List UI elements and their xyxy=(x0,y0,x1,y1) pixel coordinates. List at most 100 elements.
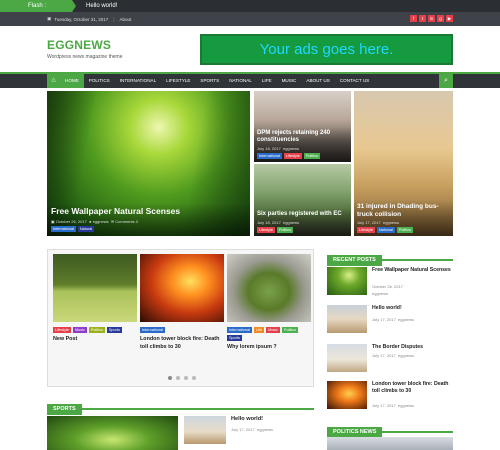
post-author[interactable]: eggnews xyxy=(283,146,299,151)
recent-post-item[interactable]: London tower block fire: Death toll clim… xyxy=(327,381,453,413)
tag-sports[interactable]: Sports xyxy=(106,327,122,333)
post-date: July 17, 2017 xyxy=(372,403,396,408)
post-date: July 18, 2017 xyxy=(257,146,281,151)
site-title[interactable]: EGGNEWS xyxy=(47,38,111,52)
nav-item-music[interactable]: MUSIC xyxy=(277,74,302,88)
taj-thumbnail xyxy=(327,305,367,333)
post-meta: July 18, 2017 eggnews xyxy=(257,220,348,225)
politics-thumbnail[interactable] xyxy=(327,437,453,450)
tag-lifestyle[interactable]: Lifestyle xyxy=(53,327,71,333)
food-image xyxy=(227,254,311,322)
carousel-card[interactable]: International Life Music Politics Sports… xyxy=(227,254,311,352)
tag-politics[interactable]: Politics xyxy=(276,227,293,233)
post-author[interactable]: eggnews xyxy=(398,403,414,408)
card-title[interactable]: London tower block fire: Death toll clim… xyxy=(140,336,224,351)
tile-2-caption: Six parties registered with EC July 18, … xyxy=(254,208,351,236)
tag-natural[interactable]: Natural xyxy=(77,226,95,232)
featured-main-slide[interactable]: Free Wallpaper Natural Scenses ▣ October… xyxy=(47,91,250,236)
tag-lifestyle[interactable]: Lifestyle xyxy=(357,227,375,233)
sports-side-title[interactable]: Hello world! xyxy=(231,416,263,422)
tag-politics[interactable]: Politics xyxy=(88,327,105,333)
tag-national[interactable]: National xyxy=(376,227,395,233)
post-comments[interactable]: Comments 0 xyxy=(115,219,138,224)
tag-international[interactable]: International xyxy=(257,153,282,159)
nav-item-lifestyle[interactable]: LIFESTYLE xyxy=(161,74,195,88)
twitter-icon[interactable]: t xyxy=(419,15,426,22)
post-author[interactable]: eggnews xyxy=(257,427,273,432)
tag-sports[interactable]: Sports xyxy=(227,335,242,341)
recent-post-item[interactable]: Free Wallpaper Natural Scenses October 2… xyxy=(327,267,453,297)
post-author[interactable]: eggnews xyxy=(398,353,414,358)
tag-politics[interactable]: Politics xyxy=(396,227,413,233)
post-meta: October 26, 2017 xyxy=(372,284,403,289)
nav-item-politics[interactable]: POLITICS xyxy=(84,74,115,88)
tag-international[interactable]: International xyxy=(227,327,252,333)
post-tags: International xyxy=(140,327,224,333)
featured-tile-2[interactable]: Six parties registered with EC July 18, … xyxy=(254,164,351,236)
youtube-icon[interactable]: ▶ xyxy=(446,15,453,22)
flash-message[interactable]: Hello world! xyxy=(86,3,117,9)
tile-1-title[interactable]: DPM rejects retaining 240 constituencies xyxy=(257,130,348,144)
featured-main-title[interactable]: Free Wallpaper Natural Scenses xyxy=(51,206,246,217)
linkedin-icon[interactable]: in xyxy=(428,15,435,22)
post-author[interactable]: eggnews xyxy=(283,220,299,225)
post-meta: July 17, 2017 eggnews xyxy=(372,317,414,322)
tag-music[interactable]: Music xyxy=(72,327,87,333)
tag-life[interactable]: Life xyxy=(253,327,265,333)
tile-2-title[interactable]: Six parties registered with EC xyxy=(257,211,348,218)
site-tagline: Wordpress news magazine theme xyxy=(47,54,123,60)
search-icon[interactable]: ⌕ xyxy=(439,74,453,88)
pager-dot[interactable] xyxy=(192,376,196,380)
flash-bar: Flash : Hello world! xyxy=(0,0,500,12)
tag-music[interactable]: Music xyxy=(266,327,280,333)
recent-post-item[interactable]: Hello world! July 17, 2017 eggnews xyxy=(327,305,453,335)
nav-item-about-us[interactable]: ABOUT US xyxy=(301,74,334,88)
post-author[interactable]: eggnews xyxy=(93,219,109,224)
fire-thumbnail xyxy=(327,381,367,409)
featured-tile-3[interactable]: 31 injured in Dhading bus-truck collisio… xyxy=(354,91,453,236)
featured-tile-1[interactable]: DPM rejects retaining 240 constituencies… xyxy=(254,91,351,162)
tag-politics[interactable]: Politics xyxy=(303,153,320,159)
nav-item-contact-us[interactable]: CONTACT US xyxy=(335,74,374,88)
post-date: July 17, 2017 xyxy=(372,353,396,358)
sports-main-image[interactable] xyxy=(47,416,178,450)
recent-post-title[interactable]: Free Wallpaper Natural Scenses xyxy=(372,267,452,274)
carousel-card[interactable]: Lifestyle Music Politics Sports New Post xyxy=(53,254,137,344)
nav-item-life[interactable]: LIFE xyxy=(257,74,277,88)
post-author[interactable]: eggnews xyxy=(398,317,414,322)
carousel-card[interactable]: International London tower block fire: D… xyxy=(140,254,224,351)
flash-label: Flash : xyxy=(0,0,72,12)
facebook-icon[interactable]: f xyxy=(410,15,417,22)
recent-post-title[interactable]: London tower block fire: Death toll clim… xyxy=(372,381,452,395)
tag-international[interactable]: International xyxy=(140,327,165,333)
recent-post-title[interactable]: The Border Disputes xyxy=(372,344,452,351)
nav-item-international[interactable]: INTERNATIONAL xyxy=(115,74,161,88)
nav-item-sports[interactable]: SPORTS xyxy=(195,74,224,88)
tile-3-title[interactable]: 31 injured in Dhading bus-truck collisio… xyxy=(357,203,450,218)
pager-dot[interactable] xyxy=(176,376,180,380)
nav-item-home[interactable]: HOME xyxy=(60,74,84,88)
current-date: Tuesday, October 31, 2017 xyxy=(54,16,109,22)
site-header: EGGNEWS Wordpress news magazine theme Yo… xyxy=(0,26,500,72)
recent-post-title[interactable]: Hello world! xyxy=(372,305,452,312)
header-ad-banner[interactable]: Your ads goes here. xyxy=(200,34,453,65)
post-tags: International Life Music Politics Sports xyxy=(227,327,311,341)
tag-international[interactable]: International xyxy=(51,226,76,232)
recent-post-item[interactable]: The Border Disputes July 17, 2017 eggnew… xyxy=(327,344,453,374)
about-link[interactable]: About xyxy=(119,17,131,22)
google-plus-icon[interactable]: g xyxy=(437,15,444,22)
pager-dot[interactable] xyxy=(184,376,188,380)
post-author[interactable]: eggnews xyxy=(383,220,399,225)
home-icon[interactable]: ⌂ xyxy=(47,74,60,88)
card-title[interactable]: Why lorem ipsum ? xyxy=(227,344,311,352)
tag-lifestyle[interactable]: Lifestyle xyxy=(283,153,302,159)
nav-item-national[interactable]: NATIONAL xyxy=(224,74,257,88)
tag-lifestyle[interactable]: Lifestyle xyxy=(257,227,275,233)
post-meta: July 17, 2017 eggnews xyxy=(372,403,414,408)
post-author[interactable]: eggnews xyxy=(372,291,388,296)
tag-politics[interactable]: Politics xyxy=(281,327,298,333)
post-tags: Lifestyle National Politics xyxy=(357,227,450,233)
sports-thumbnail[interactable] xyxy=(184,416,226,444)
pager-dot[interactable] xyxy=(168,376,172,380)
card-title[interactable]: New Post xyxy=(53,336,137,344)
